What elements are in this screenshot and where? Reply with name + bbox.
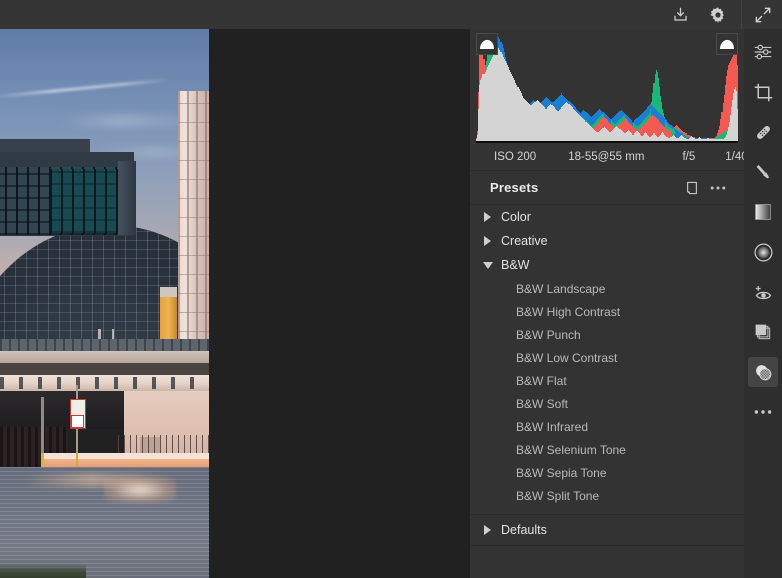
chevron-right-icon (484, 525, 491, 535)
top-bar-divider (741, 0, 742, 29)
export-download-icon[interactable] (661, 0, 699, 29)
preset-item-bw-low-contrast[interactable]: B&W Low Contrast (470, 346, 744, 369)
app-root: ISO 200 18-55@55 mm f/5 1/40s Presets Co… (0, 0, 782, 578)
photo-bridge-upper-deck (0, 351, 209, 363)
bandage-heal-icon[interactable] (748, 117, 778, 147)
presets-panel-header: Presets (470, 171, 744, 205)
highlight-clipping-cloud-icon[interactable] (716, 33, 738, 55)
photo-layers (0, 29, 209, 578)
exif-lens: 18-55@55 mm (568, 151, 645, 163)
defaults-section: Defaults (470, 515, 744, 545)
right-panel: ISO 200 18-55@55 mm f/5 1/40s Presets Co… (470, 29, 753, 578)
preset-item-bw-landscape[interactable]: B&W Landscape (470, 277, 744, 300)
chevron-right-icon (484, 236, 491, 246)
photo-sign-lower-plate (71, 415, 84, 428)
preset-item-label: B&W Selenium Tone (516, 442, 626, 457)
histogram-baseline (476, 141, 738, 143)
preset-item-label: B&W Split Tone (516, 488, 600, 503)
exif-iso: ISO 200 (494, 151, 537, 163)
preset-item-bw-infrared[interactable]: B&W Infrared (470, 415, 744, 438)
preset-item-bw-split-tone[interactable]: B&W Split Tone (470, 484, 744, 507)
histogram-luminance-segment (737, 108, 738, 141)
chevron-right-icon (484, 212, 491, 222)
new-preset-page-icon[interactable] (680, 176, 704, 200)
list-divider-bottom (470, 545, 744, 546)
shadow-clipping-cloud-icon[interactable] (476, 33, 498, 55)
tools-sidebar (744, 29, 782, 578)
photo-foreground-grass (0, 564, 86, 578)
preset-group-label: Defaults (501, 523, 547, 537)
photo-fence (118, 435, 209, 455)
preset-item-label: B&W Punch (516, 327, 581, 342)
preset-item-bw-punch[interactable]: B&W Punch (470, 323, 744, 346)
expand-arrows-icon[interactable] (744, 0, 782, 29)
preset-item-bw-sepia-tone[interactable]: B&W Sepia Tone (470, 461, 744, 484)
presets-list[interactable]: Color Creative B&W B&W Landscape B&W High Co… (470, 205, 744, 578)
presets-patch-icon[interactable] (748, 357, 778, 387)
image-canvas[interactable] (0, 29, 470, 578)
preset-group-label: Creative (501, 234, 548, 248)
preset-group-bw[interactable]: B&W (470, 253, 744, 277)
preset-item-label: B&W Landscape (516, 281, 606, 296)
photo-preview[interactable] (0, 29, 209, 578)
photo-building-edge (118, 161, 136, 235)
preset-item-bw-selenium-tone[interactable]: B&W Selenium Tone (470, 438, 744, 461)
photo-pole-1-marker (41, 453, 44, 467)
top-bar-actions (661, 0, 782, 29)
more-dots-icon[interactable] (706, 176, 730, 200)
eye-plus-icon[interactable] (748, 277, 778, 307)
preset-item-bw-high-contrast[interactable]: B&W High Contrast (470, 300, 744, 323)
chevron-down-icon (483, 261, 493, 269)
crop-icon[interactable] (748, 77, 778, 107)
preset-group-creative[interactable]: Creative (470, 229, 744, 253)
layers-stack-icon[interactable] (748, 317, 778, 347)
photo-building-glass (50, 169, 128, 233)
preset-group-defaults[interactable]: Defaults (470, 515, 744, 545)
sliders-icon[interactable] (748, 37, 778, 67)
linear-gradient-icon[interactable] (748, 197, 778, 227)
radial-gradient-icon[interactable] (748, 237, 778, 267)
preset-item-label: B&W Low Contrast (516, 350, 618, 365)
photo-river (0, 467, 209, 578)
top-bar (0, 0, 782, 29)
preset-item-label: B&W Soft (516, 396, 569, 411)
page-title: Presets (490, 180, 539, 195)
exif-strip: ISO 200 18-55@55 mm f/5 1/40s (470, 144, 753, 171)
histogram-channel-segment (737, 65, 738, 109)
preset-group-label: B&W (501, 258, 530, 272)
histogram-panel[interactable] (470, 29, 744, 144)
exif-aperture: f/5 (682, 151, 696, 163)
preset-group-label: Color (501, 210, 531, 224)
photo-white-tower-windows (178, 91, 209, 351)
histogram-plot[interactable] (476, 33, 738, 143)
preset-item-bw-soft[interactable]: B&W Soft (470, 392, 744, 415)
preset-item-label: B&W Flat (516, 373, 567, 388)
paint-brush-icon[interactable] (748, 157, 778, 187)
preset-item-bw-flat[interactable]: B&W Flat (470, 369, 744, 392)
preset-item-label: B&W Sepia Tone (516, 465, 607, 480)
histogram-bars (476, 35, 738, 141)
preset-item-label: B&W Infrared (516, 419, 589, 434)
photo-bridge-balustrade (0, 377, 209, 389)
photo-sun-reflection (104, 477, 176, 503)
more-dots-icon[interactable] (748, 397, 778, 427)
photo-bridge-mid (0, 363, 209, 375)
preset-item-label: B&W High Contrast (516, 304, 621, 319)
preset-group-color[interactable]: Color (470, 205, 744, 229)
gear-icon[interactable] (699, 0, 737, 29)
